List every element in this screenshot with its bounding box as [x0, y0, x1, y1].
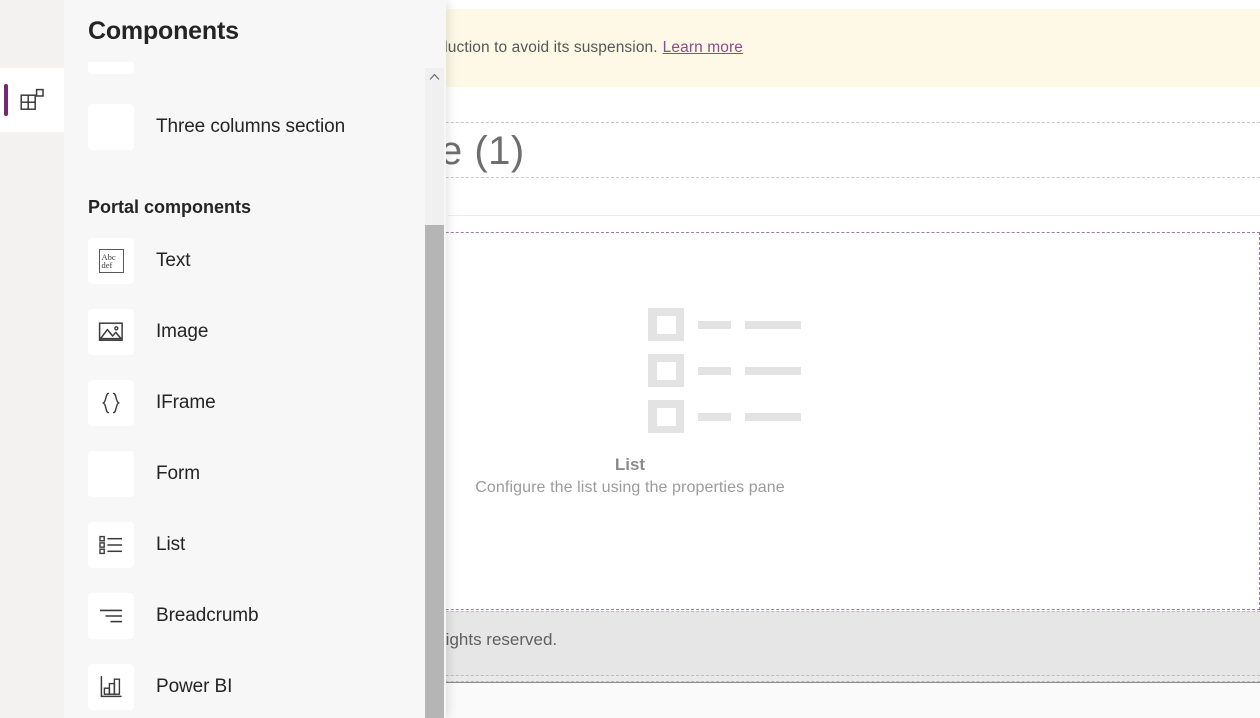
skeleton-thumb — [648, 400, 684, 433]
skeleton-bar-short — [698, 320, 731, 329]
skeleton-thumb — [648, 354, 684, 387]
skeleton-row — [648, 400, 801, 433]
component-label: Breadcrumb — [156, 605, 259, 626]
canvas-vertical-scrollbar[interactable] — [425, 68, 444, 718]
component-breadcrumb[interactable]: Breadcrumb — [76, 587, 426, 645]
sidebar-item-components[interactable] — [0, 68, 64, 132]
skeleton-bar-short — [698, 412, 731, 421]
breadcrumb-lines-icon — [88, 593, 134, 639]
components-grid-icon — [19, 87, 45, 113]
active-indicator — [4, 84, 8, 116]
skeleton-thumb — [648, 308, 684, 341]
title-divider — [448, 215, 1260, 216]
component-label: List — [156, 534, 186, 555]
skeleton-bar-long — [745, 366, 801, 375]
components-panel-header: Components — [64, 0, 446, 62]
page-title-components: Components — [88, 17, 239, 45]
component-label: Text — [156, 250, 191, 271]
page-title: e (1) — [440, 129, 525, 173]
image-picture-icon — [88, 309, 134, 355]
component-form[interactable]: Form — [76, 445, 426, 503]
component-label: IFrame — [156, 392, 216, 413]
skeleton-bar-long — [745, 412, 801, 421]
learn-more-link[interactable]: Learn more — [663, 39, 743, 56]
text-abc-icon: Abc def — [88, 238, 134, 284]
component-label: Three columns section — [156, 116, 346, 137]
iframe-braces-icon — [88, 380, 134, 426]
group-heading-portal-components: Portal components — [88, 197, 252, 217]
components-panel: Components Three columns section Portal … — [64, 0, 446, 718]
footer-copyright-text: rights reserved. — [440, 630, 558, 649]
three-columns-section-icon — [88, 104, 134, 150]
component-label: Image — [156, 321, 209, 342]
scrolled-off-component-tile[interactable] — [88, 62, 134, 74]
skeleton-bar-long — [745, 320, 801, 329]
power-bi-chart-icon — [88, 664, 134, 710]
chevron-up-icon[interactable] — [425, 68, 444, 86]
left-icon-rail — [0, 0, 64, 718]
skeleton-row — [648, 308, 801, 341]
list-placeholder-title: List — [614, 455, 646, 474]
component-iframe[interactable]: IFrame — [76, 374, 426, 432]
skeleton-bar-short — [698, 366, 731, 375]
list-skeleton-graphic — [648, 308, 801, 433]
list-placeholder-subtitle: Configure the list using the properties … — [475, 479, 785, 496]
component-text[interactable]: Abc def Text — [76, 232, 426, 290]
components-panel-scroll[interactable]: Three columns section Portal components … — [64, 62, 446, 718]
component-label: Form — [156, 463, 200, 484]
scrollbar-thumb[interactable] — [425, 225, 444, 718]
component-label: Power BI — [156, 676, 233, 697]
component-three-columns-section[interactable]: Three columns section — [76, 98, 426, 156]
skeleton-row — [648, 354, 801, 387]
portal-studio-window: onvert your portal to production to avoi… — [0, 0, 1260, 718]
component-image[interactable]: Image — [76, 303, 426, 361]
component-list[interactable]: List — [76, 516, 426, 574]
component-power-bi[interactable]: Power BI — [76, 658, 426, 716]
list-bullets-icon — [88, 522, 134, 568]
form-icon — [88, 451, 134, 497]
